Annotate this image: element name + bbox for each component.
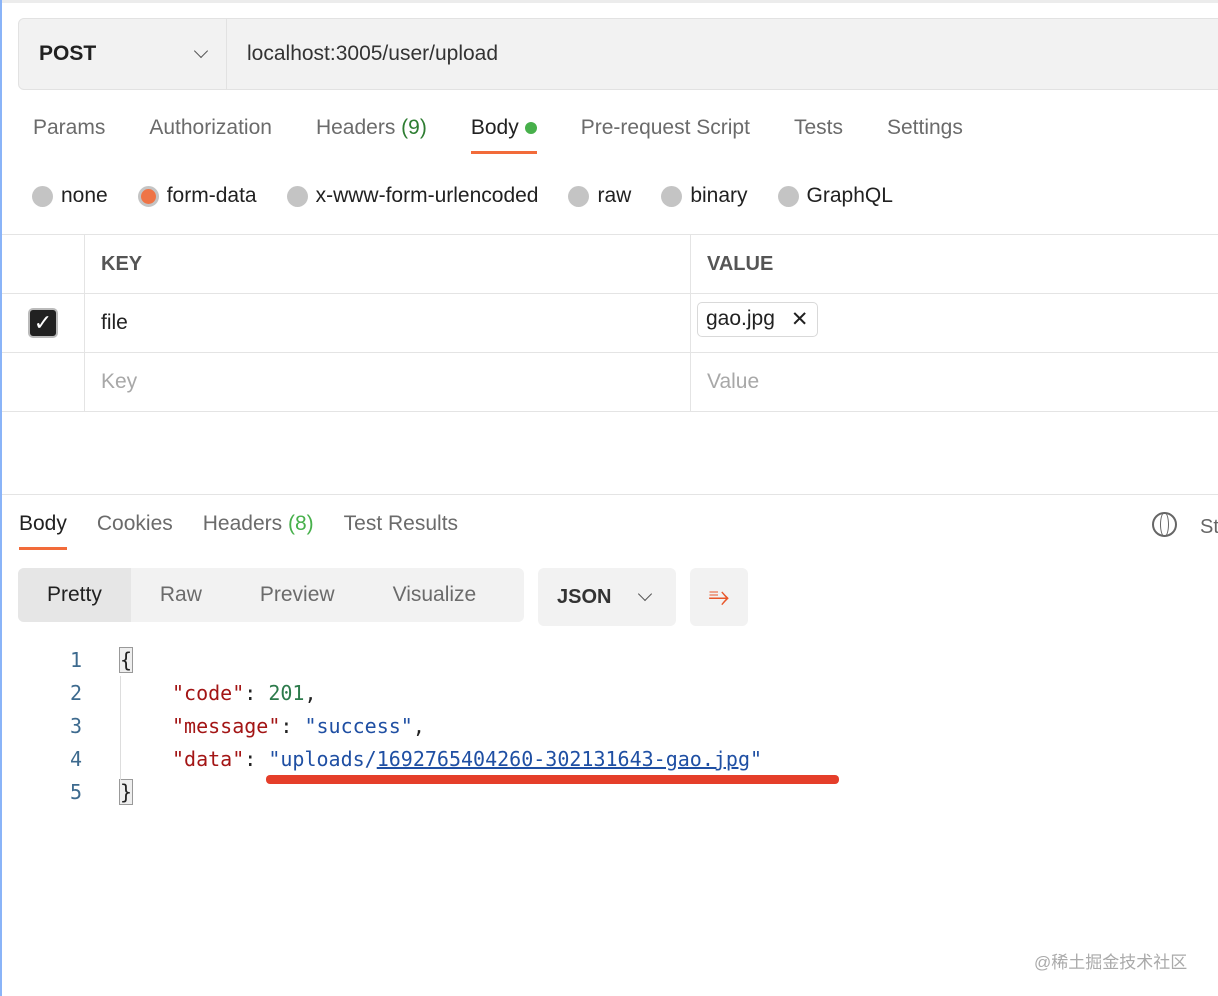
- radio-raw[interactable]: raw: [568, 184, 631, 208]
- chevron-down-icon: [637, 586, 653, 602]
- view-mode-toggle: Pretty Raw Preview Visualize: [18, 568, 524, 622]
- tab-body[interactable]: Body: [470, 116, 537, 154]
- key-header: KEY: [85, 235, 691, 293]
- path-link[interactable]: 1692765404260-302131643-gao.jpg: [377, 747, 750, 771]
- radio-form-data[interactable]: form-data: [137, 184, 257, 208]
- view-visualize[interactable]: Visualize: [364, 568, 506, 622]
- row-checkbox-cell: ✓: [2, 294, 85, 352]
- format-label: JSON: [557, 585, 612, 608]
- quote: ": [750, 747, 763, 771]
- format-select[interactable]: JSON: [538, 568, 676, 626]
- tab-test-results[interactable]: Test Results: [344, 512, 458, 550]
- radio-selected-icon: [137, 185, 159, 207]
- line-number: 1: [70, 648, 83, 672]
- url-bar: POST localhost:3005/user/upload: [18, 18, 1218, 90]
- table-row: ✓ file gao.jpg ✕: [2, 294, 1218, 353]
- close-brace: }: [118, 779, 134, 805]
- tab-authorization[interactable]: Authorization: [149, 116, 272, 154]
- radio-icon: [777, 185, 799, 207]
- watermark: @稀土掘金技术社区: [1034, 953, 1188, 972]
- radio-label: raw: [597, 184, 632, 207]
- json-string: "success": [304, 714, 413, 738]
- tab-response-headers[interactable]: Headers (8): [203, 512, 314, 550]
- file-name: gao.jpg: [706, 307, 775, 330]
- row-checkbox[interactable]: ✓: [28, 308, 58, 338]
- path-prefix: uploads/: [280, 747, 377, 771]
- tab-cookies[interactable]: Cookies: [97, 512, 173, 550]
- radio-label: form-data: [166, 184, 257, 207]
- tab-label: Headers: [315, 116, 396, 139]
- tab-label: Headers: [202, 512, 283, 535]
- line-number: 5: [70, 780, 83, 804]
- line-number: 3: [70, 714, 83, 738]
- body-type-radios: none form-data x-www-form-urlencoded raw…: [32, 184, 893, 208]
- status-dot-icon: [524, 122, 537, 134]
- close-icon[interactable]: ✕: [791, 307, 809, 332]
- view-pretty[interactable]: Pretty: [18, 568, 131, 622]
- key-input[interactable]: file: [85, 294, 691, 352]
- radio-label: binary: [690, 184, 748, 207]
- tab-label: Body: [470, 116, 519, 139]
- tab-headers[interactable]: Headers (9): [316, 116, 427, 154]
- wrap-lines-icon[interactable]: ⥱: [690, 568, 748, 626]
- radio-label: GraphQL: [806, 184, 893, 207]
- open-brace: {: [118, 647, 134, 673]
- chevron-down-icon: [193, 43, 209, 59]
- radio-binary[interactable]: binary: [661, 184, 748, 208]
- form-data-table: KEY VALUE ✓ file gao.jpg ✕ Key Value: [2, 234, 1218, 412]
- json-key: "code": [172, 681, 245, 705]
- row-spacer: [2, 353, 85, 411]
- request-tabs: Params Authorization Headers (9) Body Pr…: [33, 116, 963, 154]
- top-border: [2, 0, 1218, 3]
- indent-guide: [120, 676, 121, 780]
- value-input-placeholder[interactable]: Value: [691, 353, 1218, 411]
- radio-graphql[interactable]: GraphQL: [777, 184, 893, 208]
- header-spacer: [2, 235, 85, 293]
- json-number: 201: [268, 681, 305, 705]
- line-number: 2: [70, 681, 83, 705]
- value-header: VALUE: [707, 252, 774, 275]
- radio-none[interactable]: none: [32, 184, 108, 208]
- tab-response-body[interactable]: Body: [19, 512, 67, 550]
- table-header: KEY VALUE: [2, 235, 1218, 294]
- line-number: 4: [70, 747, 83, 771]
- response-tabs: Body Cookies Headers (8) Test Results: [19, 512, 458, 550]
- globe-icon[interactable]: [1152, 512, 1177, 537]
- key-input-placeholder[interactable]: Key: [85, 353, 691, 411]
- radio-icon: [568, 185, 590, 207]
- table-row-empty: Key Value: [2, 353, 1218, 412]
- highlight-underline: [266, 775, 839, 784]
- file-chip: gao.jpg ✕: [697, 301, 818, 337]
- value-cell: gao.jpg ✕: [691, 294, 1218, 352]
- radio-icon: [661, 185, 683, 207]
- url-input[interactable]: localhost:3005/user/upload: [227, 42, 498, 66]
- view-raw[interactable]: Raw: [131, 568, 231, 622]
- radio-label: x-www-form-urlencoded: [315, 184, 539, 207]
- method-label: POST: [39, 42, 97, 65]
- status-label: St: [1200, 516, 1218, 538]
- tab-pre-request-script[interactable]: Pre-request Script: [581, 116, 750, 154]
- radio-label: none: [61, 184, 108, 207]
- radio-icon: [32, 185, 53, 207]
- radio-icon: [286, 185, 308, 207]
- radio-urlencoded[interactable]: x-www-form-urlencoded: [286, 184, 539, 208]
- json-key: "data": [172, 747, 245, 771]
- pane-divider[interactable]: [2, 494, 1218, 495]
- method-select[interactable]: POST: [19, 19, 227, 89]
- headers-count: (8): [287, 512, 314, 535]
- tab-settings[interactable]: Settings: [887, 116, 963, 154]
- headers-count: (9): [401, 116, 427, 139]
- json-key: "message": [172, 714, 281, 738]
- quote: ": [268, 747, 281, 771]
- tab-tests[interactable]: Tests: [794, 116, 843, 154]
- view-preview[interactable]: Preview: [231, 568, 364, 622]
- json-string-link[interactable]: "uploads/1692765404260-302131643-gao.jpg…: [268, 747, 762, 771]
- tab-params[interactable]: Params: [33, 116, 105, 154]
